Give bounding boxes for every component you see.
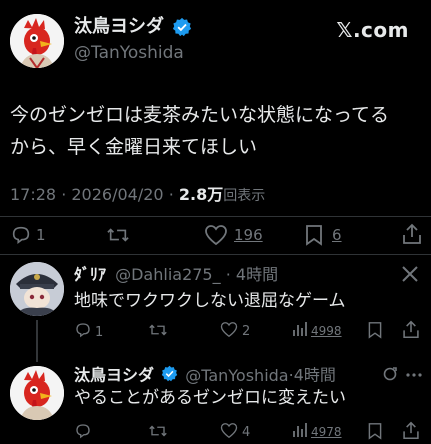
grok-icon[interactable] [382,366,398,386]
reply-time[interactable]: 4時間 [236,265,278,284]
reply-views-count: 4998 [311,324,342,338]
retweet-button[interactable] [106,224,130,246]
tweet-text-line-1: 今のゼンゼロは麦茶みたいな状態になってる [10,104,390,126]
reply-reply-button[interactable]: 1 [74,321,103,343]
reply-time[interactable]: 4時間 [294,366,336,385]
tweet-meta: 17:28 · 2026/04/20 · 2.8万回表示 [10,184,265,207]
divider [0,216,431,217]
reply-views-button[interactable]: 4998 [292,321,342,341]
share-icon [402,223,422,245]
retweet-icon [106,224,130,246]
reply-bookmark-button[interactable] [367,422,383,444]
author-handle[interactable]: @TanYoshida [74,42,184,64]
bookmark-icon [367,423,383,444]
grok-x-icon[interactable] [400,264,420,288]
reply-retweet-button[interactable] [148,321,168,343]
reply-share-button[interactable] [402,320,420,343]
reply-handle[interactable]: @TanYoshida [185,366,288,385]
reply-text: 地味でワクワクしない退屈なゲーム [74,291,346,311]
meta-separator: · [168,185,179,204]
author-avatar[interactable] [10,14,64,68]
reply-count: 1 [36,226,46,244]
views-count[interactable]: 2.8万 [179,185,223,204]
reply-display-name[interactable]: 汰鳥ヨシダ [74,366,154,385]
reply-views-button[interactable]: 4978 [292,422,342,442]
share-icon [402,320,420,343]
reply-icon [74,424,92,444]
reply-bookmark-button[interactable] [367,321,383,343]
reply-like-count: 4 [242,425,251,440]
reply-like-count: 2 [242,324,251,339]
verified-badge-icon [161,365,178,387]
heart-icon [204,224,228,246]
verified-badge-icon [172,17,192,41]
reply-like-button[interactable]: 2 [220,321,250,342]
reply-button[interactable]: 1 [10,224,46,246]
views-label: 回表示 [223,188,266,204]
share-button[interactable] [402,223,422,245]
meta-separator: · [225,265,231,284]
reply-share-button[interactable] [402,421,420,444]
bookmark-count: 6 [332,226,342,244]
reply-handle[interactable]: @Dahlia275_ [115,265,221,284]
reply-avatar[interactable] [10,262,64,316]
tweet-text: 今のゼンゼロは麦茶みたいな状態になってる から、早く金曜日来てほしい [10,99,389,163]
reply-reply-count: 1 [95,324,104,340]
reply-header: ﾀﾞﾘｱ @Dahlia275_ · 4時間 [74,265,278,285]
tweet-time[interactable]: 17:28 [10,185,56,204]
tweet-text-line-2: から、早く金曜日来てほしい [10,136,258,158]
reply-retweet-button[interactable] [148,422,168,444]
reply-thread-line [36,320,38,362]
bookmark-icon [367,322,383,343]
like-count: 196 [234,226,263,244]
reply-reply-button[interactable] [74,422,92,444]
retweet-icon [148,425,168,444]
reply-icon [10,224,32,246]
bookmark-icon [304,224,324,246]
meta-separator: · [61,185,72,204]
views-chart-icon [292,422,308,442]
reply-text: やることがあるゼンゼロに変えたい [74,388,346,408]
like-button[interactable]: 196 [204,224,263,246]
reply-display-name[interactable]: ﾀﾞﾘｱ [74,265,106,284]
share-icon [402,421,420,444]
tweet-date[interactable]: 2026/04/20 [71,185,163,204]
more-options-icon[interactable] [405,366,423,388]
reply-views-count: 4978 [311,425,342,439]
retweet-icon [148,324,168,343]
bookmark-button[interactable]: 6 [304,224,342,246]
divider [0,254,431,255]
x-com-watermark: 𝕏.com [336,18,409,42]
heart-icon [220,321,238,342]
reply-header: 汰鳥ヨシダ @TanYoshida·4時間 [74,365,336,387]
reply-icon [74,321,92,343]
views-chart-icon [292,321,308,341]
author-display-name[interactable]: 汰鳥ヨシダ [74,16,164,38]
reply-avatar[interactable] [10,366,64,420]
